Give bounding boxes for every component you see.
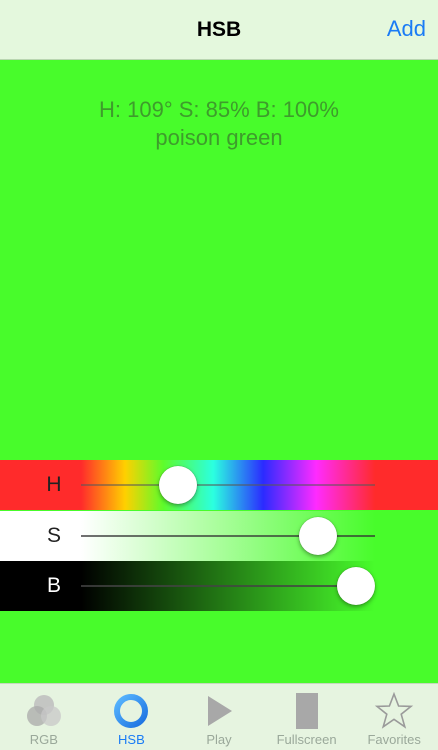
nav-title: HSB	[196, 18, 242, 41]
tab-hsb-label: HSB	[118, 732, 145, 747]
brightness-row-tail	[375, 561, 438, 611]
tab-fullscreen-label: Fullscreen	[276, 732, 337, 747]
hsb-readout: H: 109° S: 85% B: 100%	[99, 97, 339, 122]
play-icon	[207, 696, 232, 726]
fullscreen-icon	[295, 693, 318, 729]
tab-rgb-label: RGB	[29, 732, 58, 747]
tab-bar: RGB HSB Play Fullscreen Favorites	[0, 683, 438, 750]
hsb-ring-icon	[114, 694, 149, 728]
color-info: H: 109° S: 85% B: 100% poison green	[0, 96, 438, 152]
star-icon	[374, 692, 414, 729]
tab-rgb[interactable]: RGB	[0, 684, 88, 750]
tab-favorites[interactable]: Favorites	[350, 684, 438, 750]
tab-play[interactable]: Play	[175, 684, 263, 750]
tab-favorites-label: Favorites	[367, 732, 421, 747]
hue-slider-thumb[interactable]	[158, 466, 197, 504]
tab-play-label: Play	[206, 732, 232, 747]
hue-row-tail	[375, 460, 438, 510]
brightness-track[interactable]	[81, 585, 375, 587]
navigation-bar: HSB Add	[0, 0, 438, 60]
add-button[interactable]: Add	[387, 16, 426, 42]
tab-hsb[interactable]: HSB	[88, 684, 176, 750]
saturation-row-tail	[375, 511, 438, 561]
hue-slider-row: H	[0, 460, 438, 510]
hue-track[interactable]	[81, 484, 375, 486]
saturation-slider-row: S	[0, 511, 438, 561]
tab-fullscreen[interactable]: Fullscreen	[263, 684, 351, 750]
color-name: poison green	[155, 125, 283, 150]
brightness-slider-row: B	[0, 561, 438, 611]
rgb-circles-icon	[26, 695, 61, 726]
saturation-slider-thumb[interactable]	[298, 517, 337, 555]
brightness-slider-thumb[interactable]	[337, 567, 375, 605]
